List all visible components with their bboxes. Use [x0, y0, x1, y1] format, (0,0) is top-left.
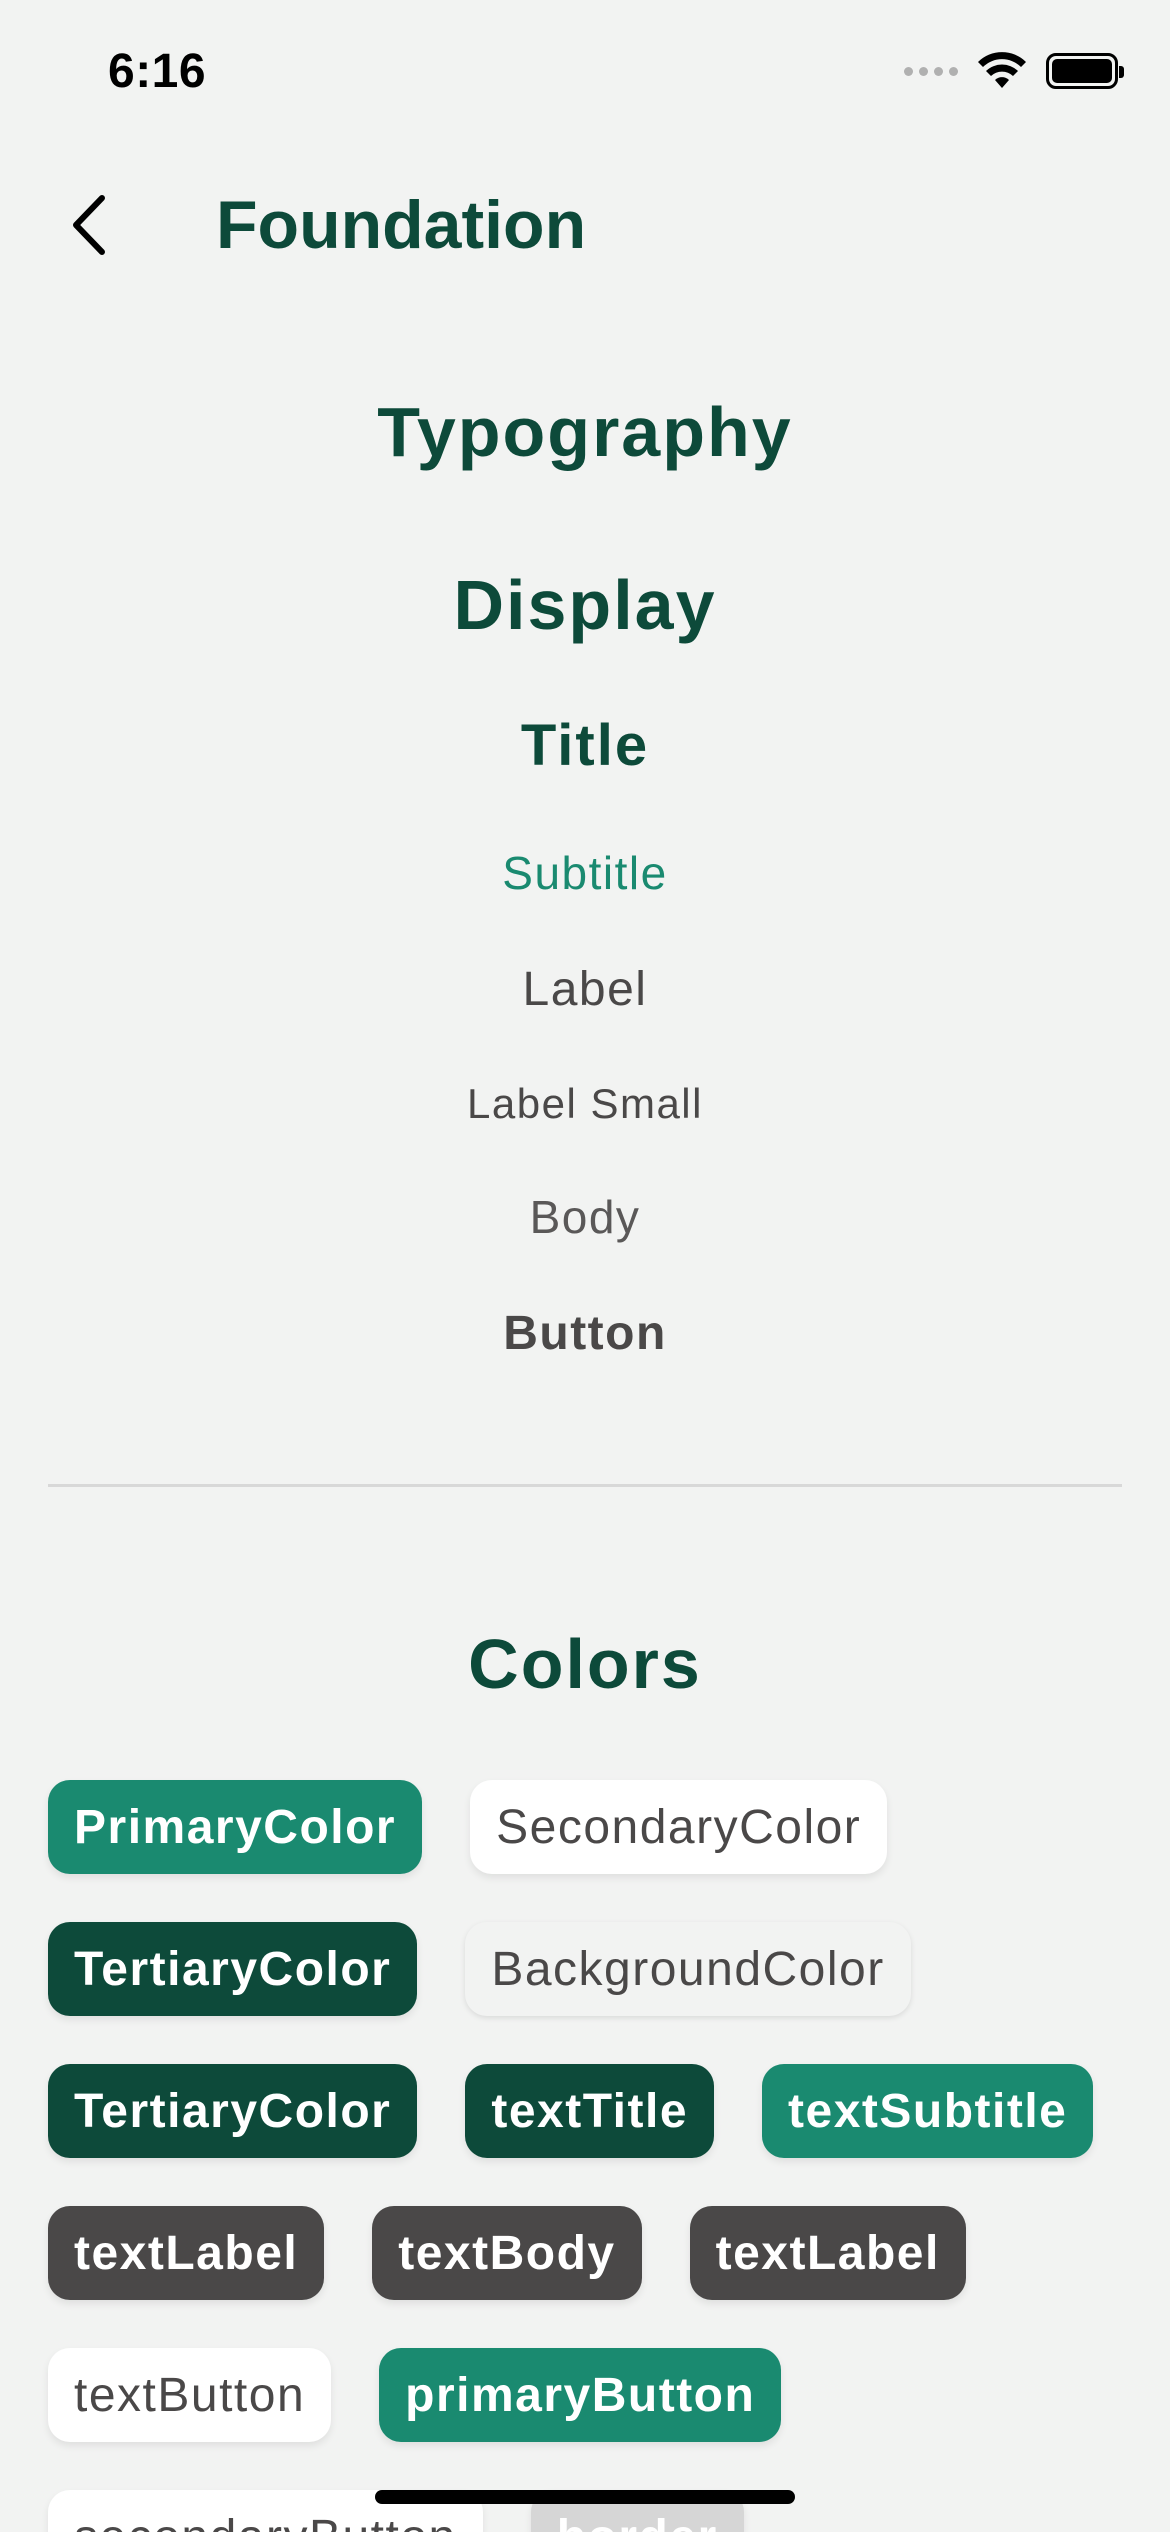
title-sample: Title — [520, 713, 650, 778]
color-chip-tertiary: TertiaryColor — [48, 1922, 418, 2016]
color-chip-primary: PrimaryColor — [48, 1780, 423, 1874]
color-chip-text-label-2: textLabel — [689, 2206, 966, 2300]
chip-row: TertiaryColor textTitle textSubtitle — [48, 2064, 1122, 2158]
label-small-sample: Label Small — [467, 1080, 703, 1127]
back-button[interactable] — [58, 190, 118, 260]
section-divider — [48, 1484, 1122, 1487]
color-chip-secondary: SecondaryColor — [470, 1780, 888, 1874]
battery-icon — [1046, 53, 1124, 89]
chevron-left-icon — [73, 195, 105, 255]
display-sample: Display — [453, 566, 717, 644]
color-chip-text-label: textLabel — [48, 2206, 325, 2300]
chip-row: TertiaryColor BackgroundColor — [48, 1922, 1122, 2016]
subtitle-sample: Subtitle — [502, 847, 668, 899]
chip-row: textButton primaryButton — [48, 2348, 1122, 2442]
button-sample: Button — [503, 1307, 667, 1360]
foundation-screen: 6:16 Foundation Typography Display Title… — [0, 0, 1170, 2532]
color-chip-text-button: textButton — [48, 2348, 332, 2442]
color-chip-list: PrimaryColor SecondaryColor TertiaryColo… — [48, 1780, 1122, 2532]
home-indicator[interactable] — [375, 2490, 795, 2504]
label-sample: Label — [522, 963, 648, 1016]
status-time: 6:16 — [108, 45, 207, 98]
cellular-signal-icon — [904, 66, 958, 76]
color-chip-text-subtitle: textSubtitle — [762, 2064, 1094, 2158]
page-title: Foundation — [216, 187, 587, 263]
body-sample: Body — [529, 1191, 641, 1243]
color-chip-tertiary-2: TertiaryColor — [48, 2064, 418, 2158]
typography-section-heading: Typography — [377, 393, 793, 471]
status-icons — [904, 52, 1124, 90]
color-chip-text-title: textTitle — [465, 2064, 715, 2158]
color-chip-background: BackgroundColor — [465, 1922, 911, 2016]
status-bar: 6:16 — [0, 0, 1170, 150]
color-chip-primary-button: primaryButton — [379, 2348, 782, 2442]
chip-row: PrimaryColor SecondaryColor — [48, 1780, 1122, 1874]
color-chip-text-body: textBody — [372, 2206, 642, 2300]
wifi-icon — [978, 52, 1026, 88]
chip-row: textLabel textBody textLabel — [48, 2206, 1122, 2300]
colors-section-heading: Colors — [468, 1625, 702, 1703]
